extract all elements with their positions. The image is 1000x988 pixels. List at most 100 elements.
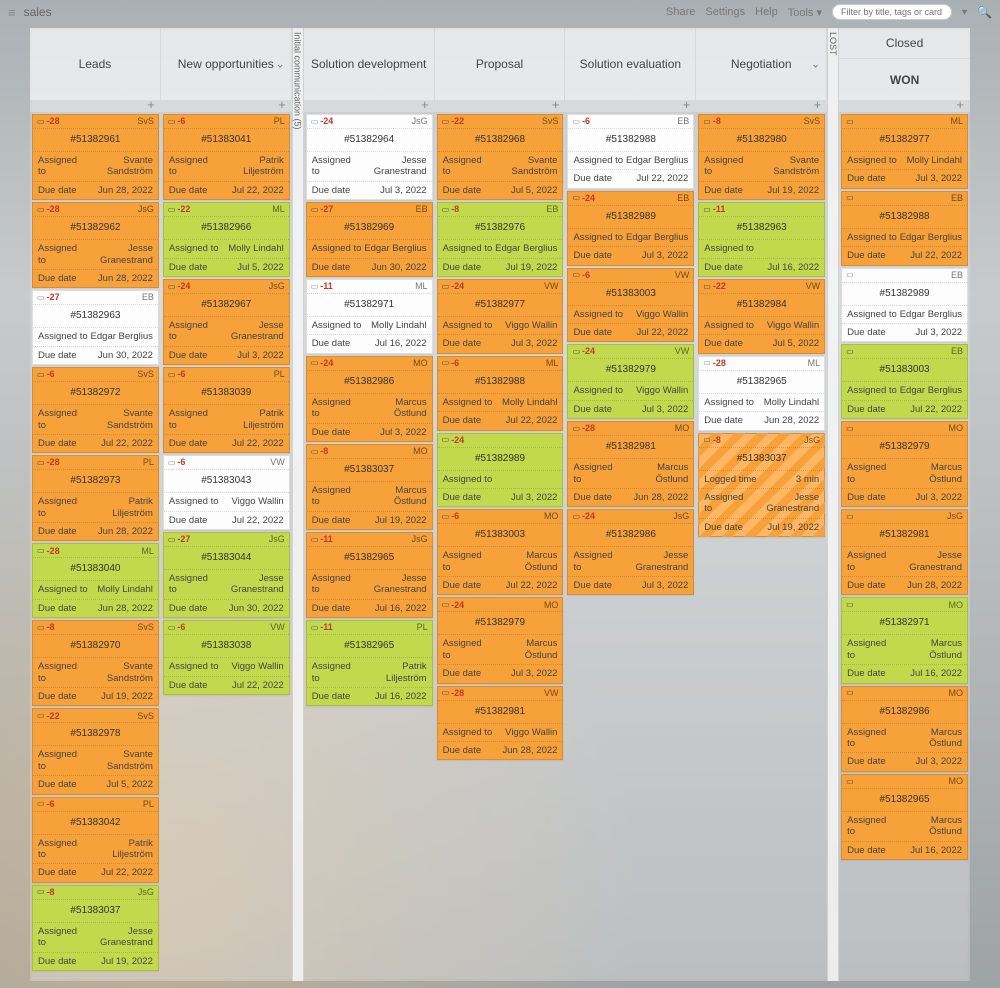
tools-link[interactable]: Tools ▾ [788, 6, 822, 19]
chevron-down-icon[interactable]: ⌄ [811, 58, 820, 71]
card[interactable]: ▭JsG#51382981Assigned toJesse Granestran… [841, 509, 968, 595]
column-header[interactable]: Leads [30, 28, 161, 100]
days-overdue: -8 [47, 622, 55, 633]
card-id: #51382979 [438, 612, 563, 635]
card[interactable]: ▭-8MO#51383037Assigned toMarcus ÖstlundD… [306, 444, 433, 530]
card[interactable]: ▭-8JsG#51383037Logged time3 minAssigned … [698, 433, 825, 538]
card[interactable]: ▭-24EB#51382989Assigned toEdgar Berglius… [567, 191, 694, 266]
days-overdue: -6 [177, 457, 185, 468]
swimlane-initial[interactable]: Initial communication (5) [292, 28, 304, 981]
card[interactable]: ▭-27JsG#51383044Assigned toJesse Granest… [163, 532, 290, 618]
card-id: #51382968 [438, 129, 563, 152]
card-id: #51382971 [307, 294, 432, 317]
chevron-down-icon[interactable]: ⌄ [276, 58, 285, 71]
card-assigned: Assigned toMolly Lindahl [842, 152, 967, 170]
card[interactable]: ▭-24VW#51382979Assigned toViggo WallinDu… [567, 344, 694, 419]
assignee-initials: EB [951, 193, 963, 204]
card[interactable]: ▭-28ML#51382965Assigned toMolly LindahlD… [698, 356, 825, 431]
card[interactable]: ▭-24#51382989Assigned toDue dateJul 3, 2… [437, 433, 564, 508]
card[interactable]: ▭-28VW#51382981Assigned toViggo WallinDu… [437, 686, 564, 761]
calendar-icon: ▭ [703, 282, 711, 292]
column-header[interactable]: New opportunities⌄ [161, 28, 292, 100]
card[interactable]: ▭-8SvS#51382970Assigned toSvante Sandstr… [32, 620, 159, 706]
card[interactable]: ▭MO#51382979Assigned toMarcus ÖstlundDue… [841, 421, 968, 507]
card[interactable]: ▭-22ML#51382966Assigned toMolly LindahlD… [163, 202, 290, 277]
column-header-won[interactable]: WON [839, 58, 970, 100]
card[interactable]: ▭-24JsG#51382964Assigned toJesse Granest… [306, 114, 433, 200]
card[interactable]: ▭-6VW#51383043Assigned toViggo WallinDue… [163, 455, 290, 530]
column-header[interactable]: Negotiation⌄ [696, 28, 827, 100]
card-assigned: Assigned toPatrik Liljeström [164, 152, 289, 182]
add-card-button[interactable]: + [565, 100, 696, 112]
add-card-button[interactable]: + [839, 100, 970, 112]
card-assigned: Assigned toJesse Granestrand [33, 923, 158, 953]
card[interactable]: ▭-22VW#51382984Assigned toViggo WallinDu… [698, 279, 825, 354]
card[interactable]: ▭-24MO#51382986Assigned toMarcus Östlund… [306, 356, 433, 442]
card[interactable]: ▭-27EB#51382969Assigned toEdgar Berglius… [306, 202, 433, 277]
card-due: Due dateJul 19, 2022 [699, 519, 824, 536]
card[interactable]: ▭-28PL#51382973Assigned toPatrik Liljest… [32, 455, 159, 541]
days-overdue: -11 [320, 622, 333, 633]
card[interactable]: ▭-6VW#51383003Assigned toViggo WallinDue… [567, 268, 694, 343]
card[interactable]: ▭-24VW#51382977Assigned toViggo WallinDu… [437, 279, 564, 354]
menu-icon[interactable]: ≡ [8, 5, 16, 20]
card-due: Due dateJul 16, 2022 [842, 842, 967, 859]
column-header[interactable]: Solution development [304, 28, 435, 100]
card[interactable]: ▭-6VW#51383038Assigned toViggo WallinDue… [163, 620, 290, 695]
card[interactable]: ▭MO#51382965Assigned toMarcus ÖstlundDue… [841, 774, 968, 860]
card[interactable]: ▭-22SvS#51382968Assigned toSvante Sandst… [437, 114, 564, 200]
card[interactable]: ▭-28MO#51382981Assigned toMarcus Östlund… [567, 421, 694, 507]
share-link[interactable]: Share [666, 6, 695, 18]
card[interactable]: ▭-11PL#51382965Assigned toPatrik Liljest… [306, 620, 433, 706]
card[interactable]: ▭-24MO#51382979Assigned toMarcus Östlund… [437, 597, 564, 683]
add-card-button[interactable]: + [304, 100, 435, 112]
card[interactable]: ▭-11#51382963Assigned toDue dateJul 16, … [698, 202, 825, 277]
card[interactable]: ▭-8EB#51382976Assigned toEdgar BergliusD… [437, 202, 564, 277]
help-link[interactable]: Help [755, 6, 778, 18]
card[interactable]: ▭-6ML#51382988Assigned toMolly LindahlDu… [437, 356, 564, 431]
filter-input[interactable] [839, 6, 945, 18]
card[interactable]: ▭-28JsG#51382962Assigned toJesse Granest… [32, 202, 159, 288]
card[interactable]: ▭-6PL#51383039Assigned toPatrik Liljestr… [163, 367, 290, 453]
card[interactable]: ▭-6PL#51383042Assigned toPatrik Liljestr… [32, 797, 159, 883]
column-header[interactable]: Solution evaluation [565, 28, 696, 100]
card-due: Due dateJul 22, 2022 [33, 864, 158, 881]
add-card-button[interactable]: + [435, 100, 566, 112]
card[interactable]: ▭-6SvS#51382972Assigned toSvante Sandstr… [32, 367, 159, 453]
card[interactable]: ▭-6MO#51383003Assigned toMarcus ÖstlundD… [437, 509, 564, 595]
assignee-initials: VW [544, 281, 559, 292]
column-header[interactable]: Proposal [435, 28, 566, 100]
card[interactable]: ▭MO#51382986Assigned toMarcus ÖstlundDue… [841, 686, 968, 772]
card[interactable]: ▭-27EB#51382963Assigned toEdgar Berglius… [32, 290, 159, 365]
card[interactable]: ▭EB#51383003Assigned toEdgar BergliusDue… [841, 344, 968, 419]
filter-icon[interactable]: ▾ [962, 7, 967, 18]
card[interactable]: ▭-24JsG#51382967Assigned toJesse Granest… [163, 279, 290, 365]
add-card-button[interactable]: + [696, 100, 827, 112]
calendar-icon: ▭ [168, 623, 176, 633]
card[interactable]: ▭-28SvS#51382961Assigned toSvante Sandst… [32, 114, 159, 200]
column-header-closed[interactable]: Closed [839, 28, 970, 58]
card[interactable]: ▭-22SvS#51382978Assigned toSvante Sandst… [32, 708, 159, 794]
card[interactable]: ▭-8SvS#51382980Assigned toSvante Sandstr… [698, 114, 825, 200]
card[interactable]: ▭-6EB#51382988Assigned toEdgar BergliusD… [567, 114, 694, 189]
card[interactable]: ▭-28ML#51383040Assigned toMolly LindahlD… [32, 543, 159, 618]
card-due: Due dateJul 3, 2022 [568, 401, 693, 418]
card[interactable]: ▭-6PL#51383041Assigned toPatrik Liljestr… [163, 114, 290, 200]
settings-link[interactable]: Settings [705, 6, 745, 18]
assignee-initials: VW [675, 270, 690, 281]
search-icon[interactable]: 🔍 [977, 5, 992, 19]
card[interactable]: ▭-24JsG#51382986Assigned toJesse Granest… [567, 509, 694, 595]
add-card-button[interactable]: + [30, 100, 161, 112]
card-assigned: Assigned toJesse Granestrand [699, 489, 824, 519]
card[interactable]: ▭EB#51382988Assigned toEdgar BergliusDue… [841, 191, 968, 266]
card[interactable]: ▭ML#51382977Assigned toMolly LindahlDue … [841, 114, 968, 189]
card[interactable]: ▭-8JsG#51383037Assigned toJesse Granestr… [32, 885, 159, 971]
card-assigned: Assigned toEdgar Berglius [842, 229, 967, 247]
add-card-button[interactable]: + [161, 100, 292, 112]
swimlane-lost[interactable]: LOST [827, 28, 839, 981]
card[interactable]: ▭-11JsG#51382965Assigned toJesse Granest… [306, 532, 433, 618]
card[interactable]: ▭MO#51382971Assigned toMarcus ÖstlundDue… [841, 597, 968, 683]
filter-field[interactable] [832, 4, 952, 20]
card[interactable]: ▭-11ML#51382971Assigned toMolly LindahlD… [306, 279, 433, 354]
card[interactable]: ▭EB#51382989Assigned toEdgar BergliusDue… [841, 268, 968, 343]
